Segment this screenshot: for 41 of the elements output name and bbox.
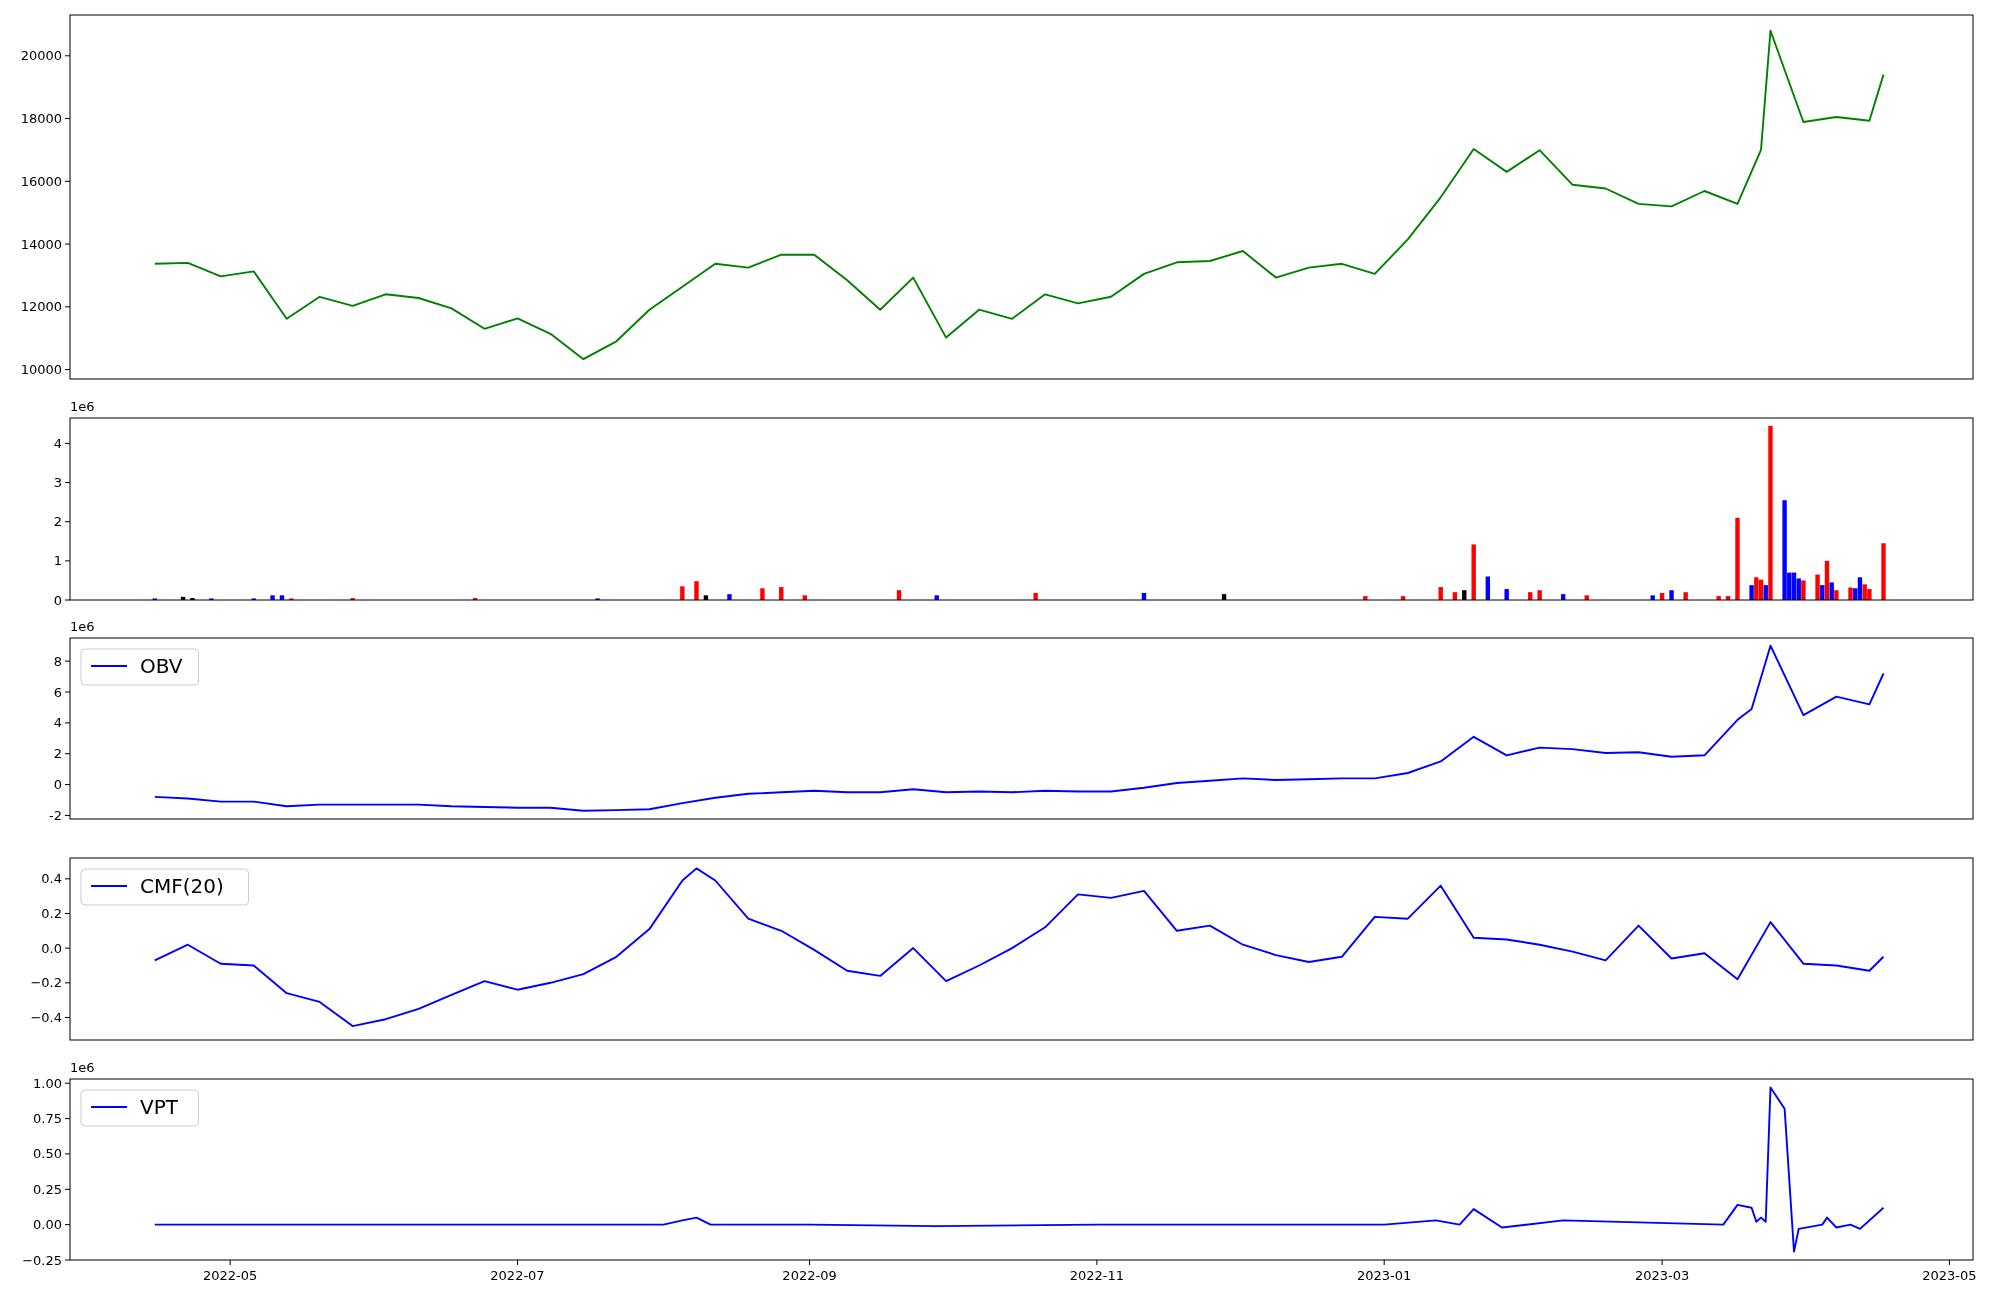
x-tick-label: 2022-11 — [1069, 1268, 1125, 1283]
x-tick-label: 2023-03 — [1634, 1268, 1690, 1283]
axis-offset-label: 1e6 — [70, 399, 95, 414]
y-tick-label: 0.50 — [33, 1146, 62, 1162]
legend-label: CMF(20) — [140, 874, 224, 898]
y-tick-label: 3 — [53, 475, 62, 491]
x-tick-label: 2023-05 — [1922, 1268, 1977, 1283]
y-tick-label: 0.75 — [33, 1111, 62, 1127]
y-tick-label: 8 — [53, 653, 62, 669]
y-tick-label: 0 — [53, 777, 62, 793]
y-tick-label: 1 — [53, 553, 62, 569]
y-tick-label: -2 — [49, 807, 62, 823]
axis-offset-label: 1e6 — [70, 619, 95, 634]
y-tick-label: 0.4 — [41, 871, 62, 887]
y-tick-label: 12000 — [20, 299, 62, 315]
y-tick-label: 0.00 — [33, 1217, 62, 1233]
y-tick-label: 2 — [53, 746, 62, 762]
x-tick-label: 2022-05 — [203, 1268, 258, 1283]
y-tick-label: 4 — [53, 715, 62, 731]
x-tick-label: 2023-01 — [1357, 1268, 1412, 1283]
x-tick-label: 2022-07 — [490, 1268, 545, 1283]
y-tick-label: 18000 — [20, 111, 62, 127]
y-tick-label: 0.0 — [41, 940, 62, 956]
x-tick-label: 2022-09 — [782, 1268, 837, 1283]
y-tick-label: 20000 — [20, 48, 62, 64]
y-tick-label: −0.2 — [30, 975, 62, 991]
legend-label: OBV — [140, 654, 183, 678]
y-tick-label: 4 — [53, 435, 62, 451]
y-tick-label: 10000 — [20, 362, 62, 378]
y-tick-label: −0.4 — [30, 1009, 62, 1025]
y-tick-label: 1.00 — [33, 1075, 62, 1091]
legend-label: VPT — [140, 1095, 178, 1119]
axis-offset-label: 1e6 — [70, 1060, 95, 1075]
y-tick-label: 0 — [53, 592, 62, 608]
y-tick-label: 6 — [53, 684, 62, 700]
y-tick-label: 0.25 — [33, 1181, 62, 1197]
y-tick-label: 16000 — [20, 173, 62, 189]
y-tick-label: 14000 — [20, 236, 62, 252]
y-tick-label: 2 — [53, 514, 62, 530]
y-tick-label: 0.2 — [41, 905, 62, 921]
y-tick-label: −0.25 — [22, 1252, 62, 1268]
